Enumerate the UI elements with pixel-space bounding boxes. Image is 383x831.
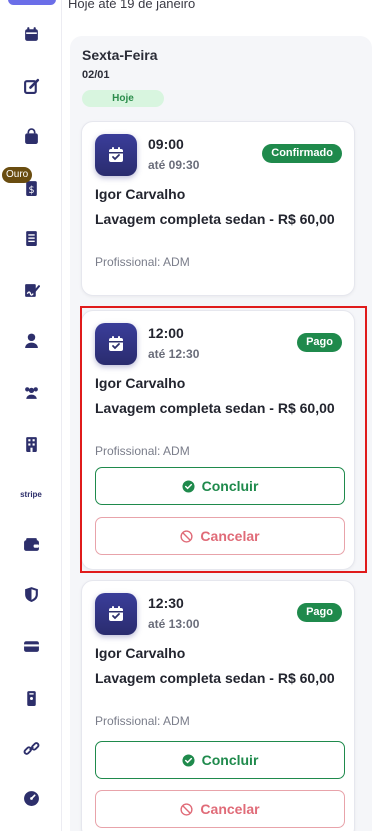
team-icon[interactable] bbox=[15, 376, 47, 408]
building-icon[interactable] bbox=[15, 428, 47, 460]
appointment-time: 12:00 bbox=[148, 325, 184, 341]
ban-icon bbox=[180, 802, 194, 816]
status-badge: Pago bbox=[297, 603, 342, 622]
bag-icon[interactable] bbox=[15, 120, 47, 152]
client-name: Igor Carvalho bbox=[95, 186, 186, 202]
appointment-card[interactable]: 12:30 até 13:00 Pago Igor Carvalho Lavag… bbox=[81, 580, 355, 831]
service-description: Lavagem completa sedan - R$ 60,00 bbox=[95, 400, 335, 416]
wallet-icon[interactable] bbox=[15, 528, 47, 560]
complete-button[interactable]: Concluir bbox=[95, 467, 345, 505]
sidebar-top-pill[interactable] bbox=[8, 0, 56, 5]
appointment-card[interactable]: 12:00 até 12:30 Pago Igor Carvalho Lavag… bbox=[81, 310, 355, 570]
ban-icon bbox=[180, 529, 194, 543]
user-icon[interactable] bbox=[15, 324, 47, 356]
complete-button[interactable]: Concluir bbox=[95, 741, 345, 779]
appointment-time: 09:00 bbox=[148, 136, 184, 152]
link-icon[interactable] bbox=[15, 732, 47, 764]
cancel-button-label: Cancelar bbox=[200, 528, 260, 544]
edit-icon[interactable] bbox=[15, 70, 47, 102]
stripe-icon[interactable]: stripe bbox=[15, 478, 47, 510]
status-badge: Pago bbox=[297, 333, 342, 352]
service-description: Lavagem completa sedan - R$ 60,00 bbox=[95, 670, 335, 686]
today-badge: Hoje bbox=[82, 90, 164, 107]
svg-text:$: $ bbox=[28, 184, 34, 195]
main-content: Hoje até 19 de janeiro Sexta-Feira 02/01… bbox=[62, 0, 383, 831]
cancel-button-label: Cancelar bbox=[200, 801, 260, 817]
date-range-subtitle: Hoje até 19 de janeiro bbox=[68, 0, 196, 11]
professional-label: Profissional: ADM bbox=[95, 444, 190, 458]
complete-button-label: Concluir bbox=[201, 752, 259, 768]
appointment-end-time: até 12:30 bbox=[148, 347, 200, 361]
appointment-time: 12:30 bbox=[148, 595, 184, 611]
professional-label: Profissional: ADM bbox=[95, 255, 190, 269]
sidebar: $ stripe Ouro bbox=[0, 0, 62, 831]
badge-icon[interactable] bbox=[15, 682, 47, 714]
signature-icon[interactable] bbox=[15, 274, 47, 306]
check-circle-icon bbox=[182, 479, 195, 493]
status-badge: Confirmado bbox=[262, 144, 342, 163]
stripe-label: stripe bbox=[20, 489, 42, 499]
appointment-card[interactable]: 09:00 até 09:30 Confirmado Igor Carvalho… bbox=[81, 121, 355, 296]
day-date: 02/01 bbox=[82, 69, 110, 81]
day-name: Sexta-Feira bbox=[82, 47, 158, 63]
appointment-end-time: até 09:30 bbox=[148, 158, 200, 172]
professional-label: Profissional: ADM bbox=[95, 714, 190, 728]
client-name: Igor Carvalho bbox=[95, 375, 186, 391]
calendar-check-icon bbox=[95, 323, 137, 365]
cancel-button[interactable]: Cancelar bbox=[95, 790, 345, 828]
ouro-badge: Ouro bbox=[2, 167, 33, 183]
calendar-check-icon bbox=[95, 134, 137, 176]
credit-card-icon[interactable] bbox=[15, 630, 47, 662]
client-name: Igor Carvalho bbox=[95, 645, 186, 661]
calendar-icon[interactable] bbox=[15, 18, 47, 50]
shield-icon[interactable] bbox=[15, 578, 47, 610]
complete-button-label: Concluir bbox=[201, 478, 259, 494]
check-circle-icon bbox=[182, 753, 195, 767]
document-list-icon[interactable] bbox=[15, 222, 47, 254]
calendar-check-icon bbox=[95, 593, 137, 635]
service-description: Lavagem completa sedan - R$ 60,00 bbox=[95, 211, 335, 227]
cancel-button[interactable]: Cancelar bbox=[95, 517, 345, 555]
gauge-icon[interactable] bbox=[15, 782, 47, 814]
appointment-end-time: até 13:00 bbox=[148, 617, 200, 631]
